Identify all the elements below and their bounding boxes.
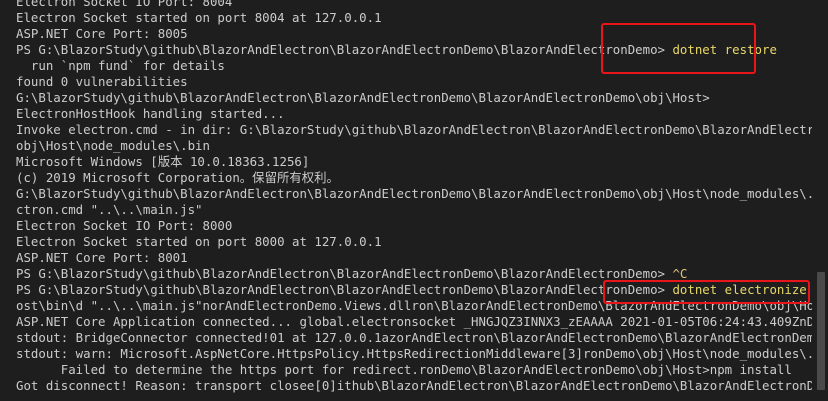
output-text: Electron Socket IO Port: 8004 <box>16 0 233 9</box>
vertical-scrollbar[interactable] <box>812 0 828 401</box>
terminal-line: stdout: BridgeConnector connected!01 at … <box>16 330 812 346</box>
output-text: Failed to determine the https port for r… <box>16 362 792 377</box>
terminal-line: G:\BlazorStudy\github\BlazorAndElectron\… <box>16 186 812 202</box>
terminal-line: ElectronHostHook handling started... <box>16 106 812 122</box>
output-text: G:\BlazorStudy\github\BlazorAndElectron\… <box>16 186 812 201</box>
output-text: obj\Host\node_modules\.bin <box>16 138 210 153</box>
terminal-line: Failed to determine the https port for r… <box>16 362 812 378</box>
terminal-line: stdout: warn: Microsoft.AspNetCore.Https… <box>16 346 812 362</box>
terminal-line: ASP.NET Core Application connected... gl… <box>16 314 812 330</box>
terminal-line: obj\Host\node_modules\.bin <box>16 138 812 154</box>
output-text: Invoke electron.cmd - in dir: G:\BlazorS… <box>16 122 812 137</box>
output-text: ctron.cmd "..\..\main.js" <box>16 202 203 217</box>
terminal-window[interactable]: Electron Socket IO Port: 8004 Electron So… <box>0 0 828 401</box>
terminal-line: Got disconnect! Reason: transport closee… <box>16 378 812 394</box>
output-text: G:\BlazorStudy\github\BlazorAndElectron\… <box>16 90 710 105</box>
output-text: run `npm fund` for details <box>16 58 225 73</box>
output-text: stdout: warn: Microsoft.AspNetCore.Https… <box>16 346 812 361</box>
output-text: ASP.NET Core Port: 8005 <box>16 26 188 41</box>
output-text: ASP.NET Core Application connected... gl… <box>16 314 812 329</box>
output-text: Electron Socket started on port 8000 at … <box>16 234 382 249</box>
output-text: Electron Socket started on port 8004 at … <box>16 10 382 25</box>
output-text: Microsoft Windows [版本 10.0.18363.1256] <box>16 154 310 169</box>
output-text: Electron Socket IO Port: 8000 <box>16 218 233 233</box>
output-text: PS G:\BlazorStudy\github\BlazorAndElectr… <box>16 42 673 57</box>
interrupt-text: ^C <box>672 266 688 281</box>
terminal-line: (c) 2019 Microsoft Corporation。保留所有权利。 <box>16 170 812 186</box>
terminal-line: Invoke electron.cmd - in dir: G:\BlazorS… <box>16 122 812 138</box>
terminal-line: ASP.NET Core Port: 8001 <box>16 250 812 266</box>
highlight-box-dotnet-electronize-start <box>603 280 810 304</box>
output-text: ASP.NET Core Port: 8001 <box>16 250 188 265</box>
terminal-line: Electron Socket started on port 8000 at … <box>16 234 812 250</box>
highlight-box-dotnet-restore <box>601 23 756 74</box>
output-text: Got disconnect! Reason: transport closee… <box>16 378 812 393</box>
terminal-line: Electron Socket IO Port: 8004 <box>16 0 812 10</box>
output-text: PS G:\BlazorStudy\github\BlazorAndElectr… <box>16 266 673 281</box>
terminal-line: ctron.cmd "..\..\main.js" <box>16 202 812 218</box>
output-text: (c) 2019 Microsoft Corporation。保留所有权利。 <box>16 170 339 185</box>
output-text: found 0 vulnerabilities <box>16 74 188 89</box>
scrollbar-thumb[interactable] <box>817 272 825 390</box>
terminal-line: Electron Socket IO Port: 8000 <box>16 218 812 234</box>
terminal-line: found 0 vulnerabilities <box>16 74 812 90</box>
output-text: stdout: BridgeConnector connected!01 at … <box>16 330 812 345</box>
terminal-line: Microsoft Windows [版本 10.0.18363.1256] <box>16 154 812 170</box>
output-text: PS G:\BlazorStudy\github\BlazorAndElectr… <box>16 282 673 297</box>
output-text: ElectronHostHook handling started... <box>16 106 285 121</box>
terminal-line: G:\BlazorStudy\github\BlazorAndElectron\… <box>16 90 812 106</box>
